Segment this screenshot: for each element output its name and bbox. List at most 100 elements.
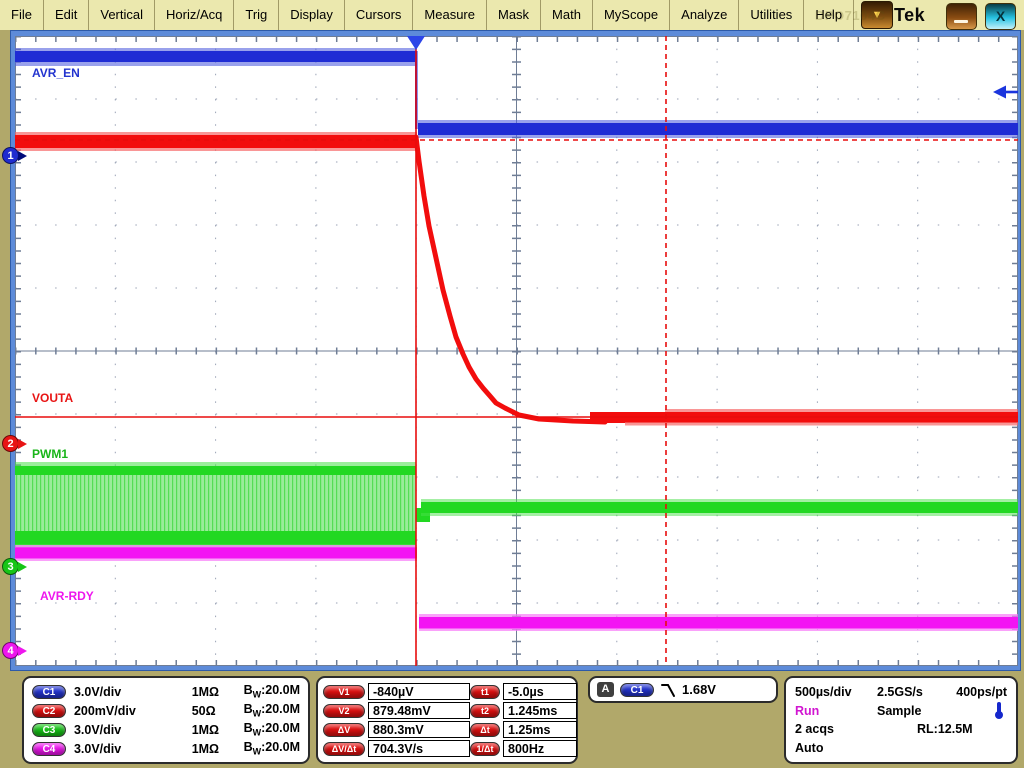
cursor-dv-value[interactable]: 880.3mV (368, 721, 470, 738)
cursor-voltage-column: V1 -840µV V2 879.48mV ΔV 880.3mV ΔV/Δt 7… (323, 682, 470, 758)
close-button[interactable]: X (985, 3, 1016, 30)
horizontal-panel: 500µs/div 2.5GS/s 400ps/pt Run Sample 2 … (784, 676, 1018, 764)
ch1-scale[interactable]: 3.0V/div (74, 685, 192, 699)
menu-myscope[interactable]: MyScope (593, 0, 670, 30)
cursor-t2-row: t2 1.245ms (470, 702, 577, 719)
trigger-mode[interactable]: Auto (795, 741, 823, 755)
cursor-v2-badge: V2 (323, 704, 365, 718)
trigger-system-badge: A (597, 682, 614, 697)
cursor-dv-row: ΔV 880.3mV (323, 721, 470, 738)
label-ch4-avr-rdy: AVR-RDY (40, 589, 94, 603)
ch4-badge[interactable]: C4 (32, 742, 66, 756)
menu-math[interactable]: Math (541, 0, 593, 30)
menu-mask[interactable]: Mask (487, 0, 541, 30)
ch4-settings-row: C4 3.0V/div 1MΩ BW:20.0M (32, 740, 300, 757)
menu-file[interactable]: File (0, 0, 44, 30)
ch3-scale[interactable]: 3.0V/div (74, 723, 192, 737)
menu-analyze[interactable]: Analyze (670, 0, 739, 30)
ch2-badge[interactable]: C2 (32, 704, 66, 718)
cursor-dv-badge: ΔV (323, 723, 365, 737)
menu-measure[interactable]: Measure (413, 0, 487, 30)
trigger-level-value[interactable]: 1.68V (682, 682, 716, 697)
ch4-scale[interactable]: 3.0V/div (74, 742, 192, 756)
label-ch1-avr-en: AVR_EN (32, 66, 80, 80)
vouta-decay-curve (416, 137, 605, 422)
ch2-reference-marker[interactable]: 2 (2, 435, 32, 453)
cursor-t2-badge: t2 (470, 704, 500, 718)
ch2-scale[interactable]: 200mV/div (74, 704, 192, 718)
sample-resolution: 400ps/pt (955, 685, 1007, 699)
cursor-1dt-badge: 1/Δt (470, 742, 500, 756)
channel-settings-panel: C1 3.0V/div 1MΩ BW:20.0M C2 200mV/div 50… (22, 676, 310, 764)
ch3-settings-row: C3 3.0V/div 1MΩ BW:20.0M (32, 721, 300, 738)
ch1-impedance: 1MΩ (192, 685, 244, 699)
trigger-position-marker[interactable] (407, 36, 425, 50)
horizontal-row-1: 500µs/div 2.5GS/s 400ps/pt (795, 685, 1007, 699)
ch3-impedance: 1MΩ (192, 723, 244, 737)
cursor-t1-badge: t1 (470, 685, 500, 699)
ch4-reference-marker[interactable]: 4 (2, 642, 32, 660)
menu-utilities[interactable]: Utilities (739, 0, 804, 30)
trigger-source-badge[interactable]: C1 (620, 683, 654, 697)
ch2-marker-arrow-icon (18, 439, 27, 449)
falling-edge-icon (660, 682, 678, 698)
ch1-marker-arrow-icon (18, 151, 27, 161)
cursor-dvdt-row: ΔV/Δt 704.3V/s (323, 740, 470, 757)
minimize-icon (954, 20, 968, 23)
cursor-v2-row: V2 879.48mV (323, 702, 470, 719)
record-length: RL:12.5M (877, 722, 995, 736)
acquisition-mode: Sample (877, 704, 955, 718)
graticule: AVR_EN VOUTA PWM1 AVR-RDY 1 2 3 4 (15, 36, 1018, 666)
cursor-dt-value[interactable]: 1.25ms (503, 721, 577, 738)
cursor-v2-value[interactable]: 879.48mV (368, 702, 470, 719)
cursor-dt-row: Δt 1.25ms (470, 721, 577, 738)
menu-vertical[interactable]: Vertical (89, 0, 155, 30)
ch2-bandwidth: BW:20.0M (244, 702, 300, 719)
horizontal-row-2: Run Sample (795, 704, 1007, 718)
ch1-badge[interactable]: C1 (32, 685, 66, 699)
cursor-dt-badge: Δt (470, 723, 500, 737)
menu-horiz-acq[interactable]: Horiz/Acq (155, 0, 234, 30)
acquisition-state: Run (795, 704, 877, 718)
ch3-bandwidth: BW:20.0M (244, 721, 300, 738)
cursor-1dt-row: 1/Δt 800Hz (470, 740, 577, 757)
cursor-1dt-value[interactable]: 800Hz (503, 740, 577, 757)
sample-rate: 2.5GS/s (877, 685, 955, 699)
ch2-impedance: 50Ω (192, 704, 244, 718)
acquisition-count: 2 acqs (795, 722, 877, 736)
tek-logo: Tek (894, 5, 925, 26)
thermometer-icon (994, 702, 1004, 720)
menu-cursors[interactable]: Cursors (345, 0, 414, 30)
ch1-reference-marker[interactable]: 1 (2, 147, 32, 165)
horizontal-row-3: 2 acqs RL:12.5M (795, 722, 1007, 736)
menu-trig[interactable]: Trig (234, 0, 279, 30)
menu-edit[interactable]: Edit (44, 0, 89, 30)
cursor-t2-value[interactable]: 1.245ms (503, 702, 577, 719)
minimize-button[interactable] (946, 3, 977, 30)
ch3-badge[interactable]: C3 (32, 723, 66, 737)
horizontal-scale[interactable]: 500µs/div (795, 685, 877, 699)
ch4-marker-arrow-icon (18, 646, 27, 656)
cursor-v1-badge: V1 (323, 685, 365, 699)
label-ch2-vouta: VOUTA (32, 391, 73, 405)
cursor-v1-value[interactable]: -840µV (368, 683, 470, 700)
readout-bar: C1 3.0V/div 1MΩ BW:20.0M C2 200mV/div 50… (0, 671, 1024, 768)
close-icon: X (996, 8, 1005, 24)
waveform-plot (15, 36, 1018, 666)
ch2-settings-row: C2 200mV/div 50Ω BW:20.0M (32, 702, 300, 719)
cursor-dvdt-value[interactable]: 704.3V/s (368, 740, 470, 757)
model-watermark: DPO7104C (815, 8, 885, 23)
cursor-dvdt-badge: ΔV/Δt (323, 742, 365, 756)
ch4-bandwidth: BW:20.0M (244, 740, 300, 757)
horizontal-row-4: Auto (795, 741, 1007, 755)
cursor-t1-value[interactable]: -5.0µs (503, 683, 577, 700)
ch3-marker-arrow-icon (18, 562, 27, 572)
waveform-display-frame: AVR_EN VOUTA PWM1 AVR-RDY 1 2 3 4 (10, 30, 1021, 671)
cursor-t1-row: t1 -5.0µs (470, 683, 577, 700)
ch4-impedance: 1MΩ (192, 742, 244, 756)
trigger-panel[interactable]: A C1 1.68V (588, 676, 778, 703)
menu-display[interactable]: Display (279, 0, 345, 30)
ch1-settings-row: C1 3.0V/div 1MΩ BW:20.0M (32, 683, 300, 700)
cursor-v1-row: V1 -840µV (323, 683, 470, 700)
ch3-reference-marker[interactable]: 3 (2, 558, 32, 576)
